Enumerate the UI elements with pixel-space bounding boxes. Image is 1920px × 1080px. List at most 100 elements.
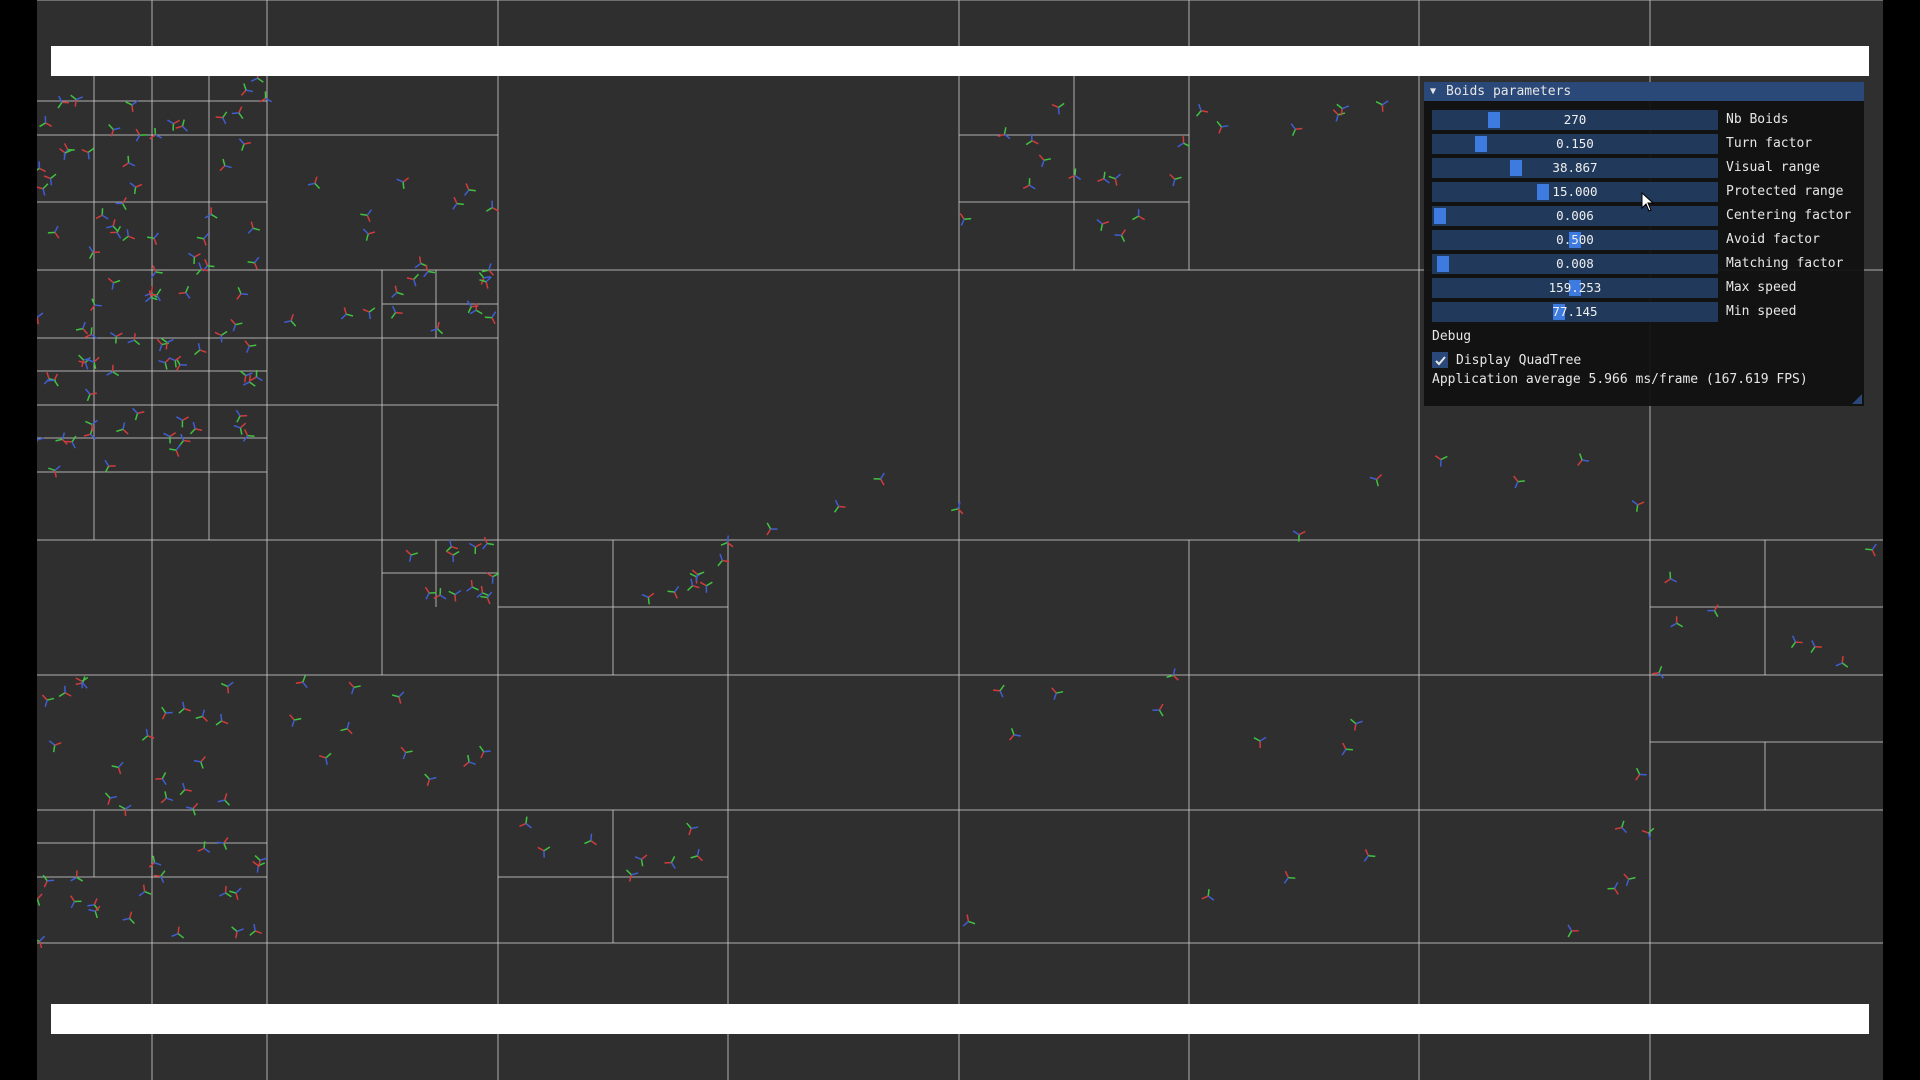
- boid-icon: [446, 550, 460, 563]
- boid-icon: [215, 713, 229, 726]
- protected-range-slider[interactable]: 15.000: [1432, 182, 1718, 202]
- boid-icon: [466, 580, 479, 592]
- slider-row-avoid-factor: 0.500 Avoid factor: [1432, 230, 1858, 250]
- slider-label: Protected range: [1726, 184, 1844, 199]
- boid-icon: [196, 233, 209, 246]
- boid-icon: [1375, 100, 1389, 112]
- boid-icon: [360, 209, 373, 222]
- boid-icon: [667, 585, 680, 599]
- boid-icon: [390, 305, 403, 319]
- boid-icon: [1096, 218, 1110, 232]
- boid-icon: [187, 252, 201, 265]
- boid-icon: [175, 358, 187, 372]
- boid-icon: [1513, 475, 1525, 489]
- boid-icon: [1577, 453, 1590, 466]
- boid-icon: [259, 91, 273, 103]
- boid-icon: [176, 416, 189, 428]
- boid-icon: [997, 127, 1011, 140]
- boid-icon: [70, 895, 82, 909]
- boid-icon: [1614, 820, 1628, 834]
- boid-icon: [1631, 499, 1645, 512]
- boid-icon: [127, 333, 141, 346]
- boid-icon: [244, 340, 257, 353]
- boid-icon: [37, 312, 44, 325]
- boid-icon: [469, 303, 483, 315]
- boid-icon: [400, 746, 413, 760]
- boid-icon: [194, 342, 207, 356]
- boid-icon: [1835, 655, 1849, 668]
- boid-icon: [236, 287, 249, 300]
- boid-icon: [1290, 123, 1303, 137]
- boid-icon: [189, 421, 203, 435]
- boid-icon: [37, 893, 43, 906]
- boid-icon: [482, 536, 495, 550]
- boid-icon: [104, 792, 118, 805]
- boid-icon: [111, 761, 124, 775]
- boid-icon: [249, 370, 263, 382]
- boid-icon: [1196, 103, 1209, 117]
- display-quadtree-checkbox[interactable]: [1432, 352, 1448, 368]
- boid-icon: [1332, 109, 1346, 122]
- triangle-down-icon[interactable]: ▼: [1430, 86, 1446, 97]
- boid-icon: [481, 263, 495, 276]
- boid-icon: [1216, 120, 1229, 134]
- boid-icon: [1108, 173, 1122, 186]
- boid-icon: [132, 407, 145, 421]
- boid-icon: [37, 183, 49, 196]
- boid-icon: [193, 756, 206, 769]
- slider-label: Max speed: [1726, 280, 1797, 295]
- mouse-cursor-icon: [1641, 192, 1655, 212]
- boid-icon: [340, 721, 353, 735]
- visual-range-slider[interactable]: 38.867: [1432, 158, 1718, 178]
- boid-icon: [217, 793, 231, 806]
- boid-icon: [1068, 168, 1082, 181]
- boid-icon: [129, 182, 143, 195]
- boid-icon: [641, 592, 655, 605]
- boid-icon: [362, 307, 376, 320]
- boid-icon: [155, 772, 167, 786]
- boid-icon: [215, 111, 228, 125]
- boid-icon: [485, 200, 499, 212]
- boid-icon: [1607, 881, 1619, 895]
- boid-icon: [1790, 635, 1803, 649]
- boid-icon: [1664, 571, 1678, 584]
- panel-header[interactable]: ▼ Boids parameters: [1424, 82, 1864, 101]
- boid-icon: [148, 855, 162, 868]
- slider-row-max-speed: 159.253 Max speed: [1432, 278, 1858, 298]
- boid-icon: [340, 307, 354, 320]
- boid-icon: [1363, 849, 1376, 862]
- turn-factor-slider[interactable]: 0.150: [1432, 134, 1718, 154]
- boid-icon: [1350, 718, 1363, 731]
- slider-value: 0.500: [1556, 232, 1594, 247]
- boids-parameters-panel: ▼ Boids parameters 270 Nb Boids 0.150 Tu…: [1424, 82, 1864, 406]
- boid-icon: [448, 589, 462, 602]
- boid-icon: [122, 229, 136, 242]
- boid-icon: [584, 833, 597, 846]
- boid-icon: [391, 285, 404, 298]
- boid-icon: [625, 869, 639, 882]
- boid-icon: [1253, 736, 1267, 749]
- boid-icon: [233, 422, 247, 435]
- min-speed-slider[interactable]: 77.145: [1432, 302, 1718, 322]
- boid-icon: [84, 388, 97, 402]
- boid-icon: [690, 848, 703, 862]
- centering-factor-slider[interactable]: 0.006: [1432, 206, 1718, 226]
- boid-icon: [146, 232, 160, 246]
- matching-factor-slider[interactable]: 0.008: [1432, 254, 1718, 274]
- display-quadtree-checkbox-row[interactable]: Display QuadTree: [1432, 350, 1581, 370]
- max-speed-slider[interactable]: 159.253: [1432, 278, 1718, 298]
- boid-icon: [1651, 665, 1664, 679]
- boid-icon: [37, 437, 44, 444]
- slider-row-min-speed: 77.145 Min speed: [1432, 302, 1858, 322]
- boid-icon: [1051, 687, 1064, 700]
- boid-icon: [1635, 767, 1647, 781]
- boid-icon: [90, 298, 102, 312]
- avoid-factor-slider[interactable]: 0.500: [1432, 230, 1718, 250]
- nb-boids-slider[interactable]: 270: [1432, 110, 1718, 130]
- boid-icon: [104, 459, 116, 473]
- boid-icon: [423, 264, 436, 278]
- boid-icon: [430, 321, 444, 335]
- resize-grip-icon[interactable]: [1852, 394, 1862, 404]
- boid-icon: [235, 409, 248, 423]
- boid-icon: [463, 754, 476, 768]
